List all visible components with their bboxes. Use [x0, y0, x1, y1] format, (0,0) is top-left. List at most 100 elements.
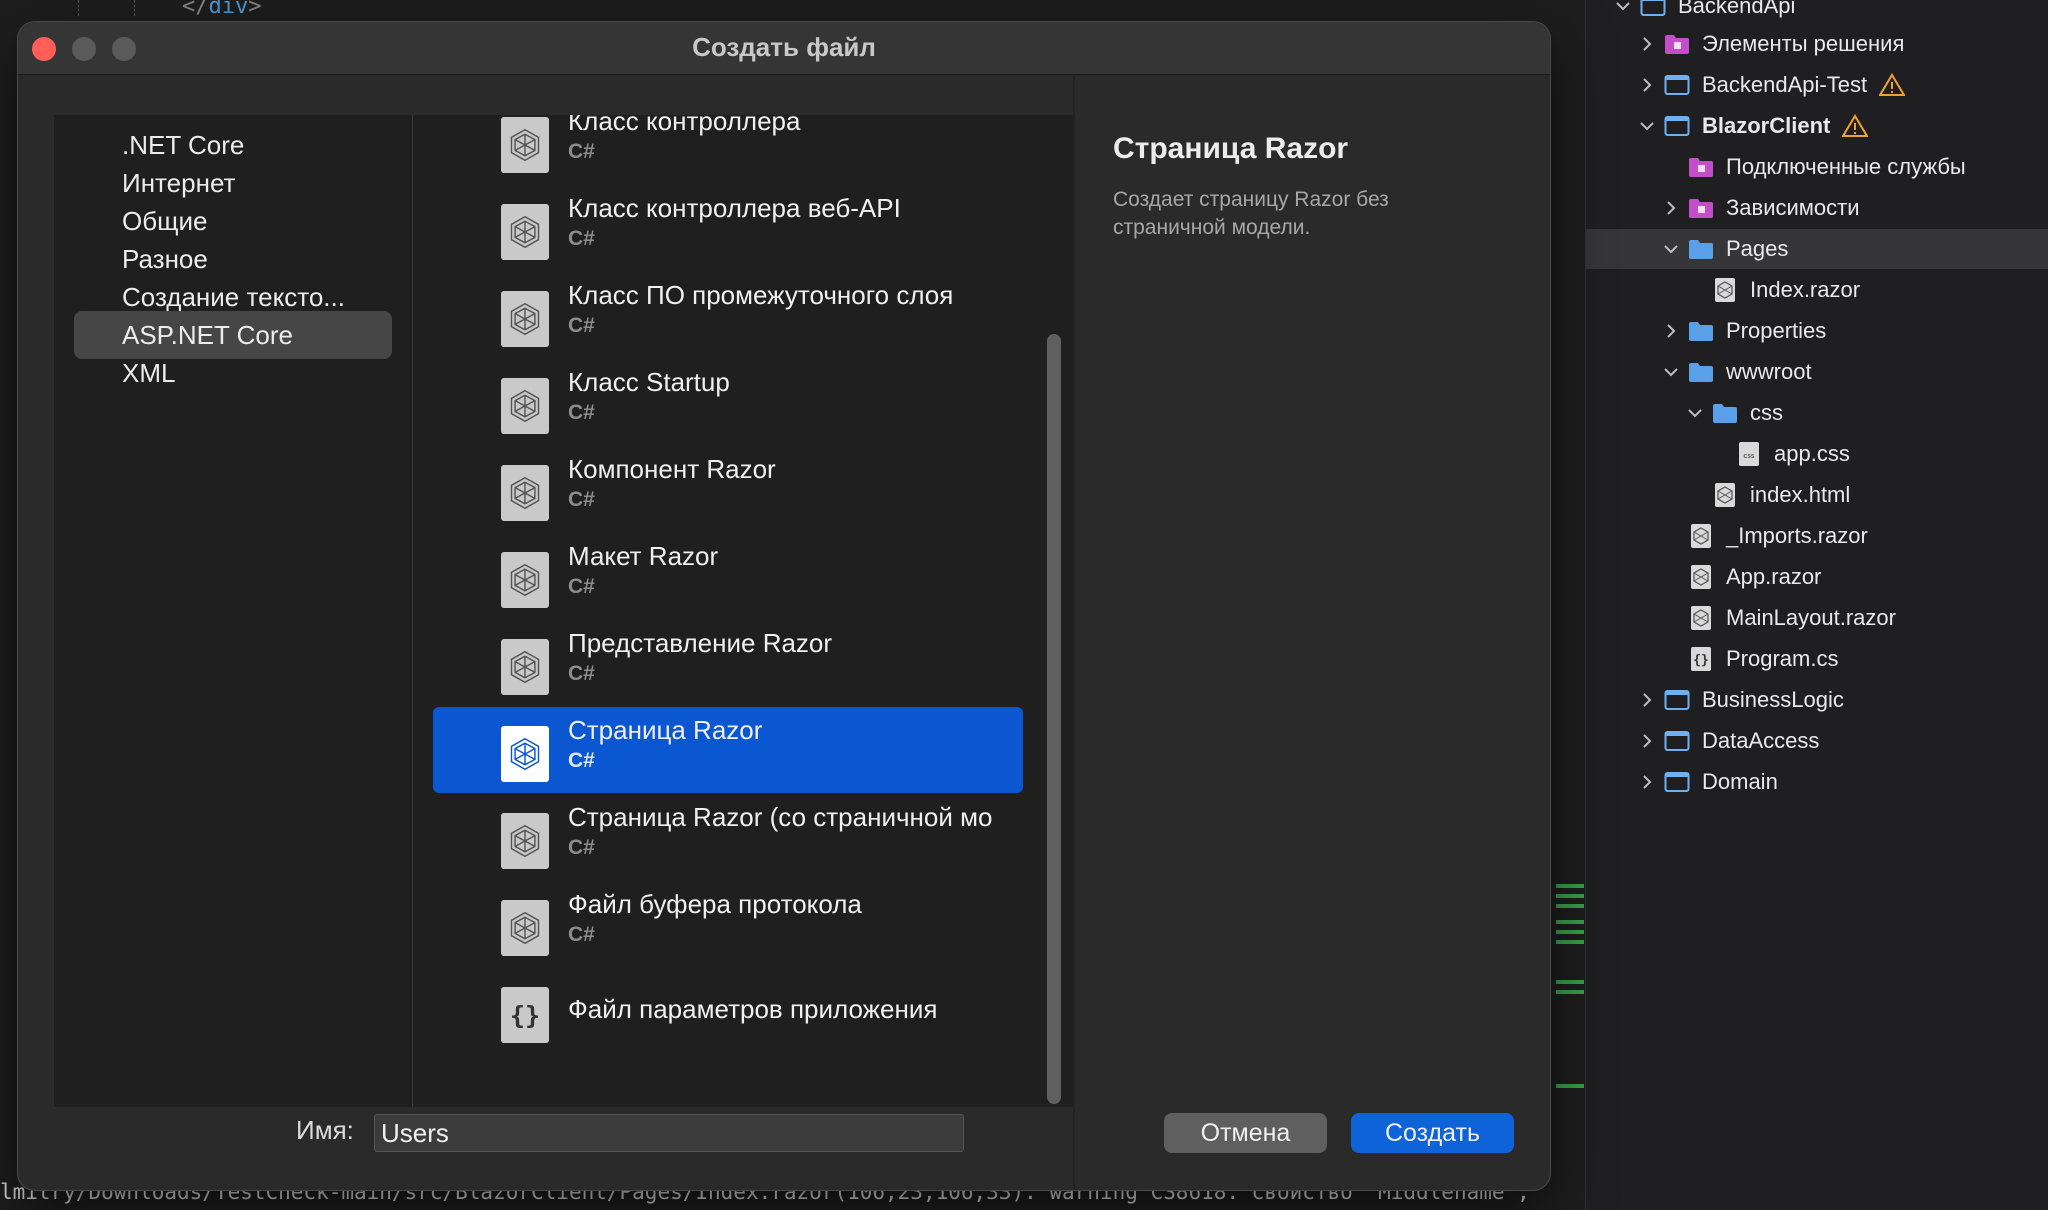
tree-item[interactable]: Элементы решения [1586, 24, 2048, 64]
razor-template-icon [501, 378, 549, 434]
tree-item-label: app.css [1774, 441, 1850, 466]
change-marker [1556, 940, 1584, 944]
file-name-input[interactable] [374, 1114, 964, 1152]
template-language: C# [568, 923, 595, 946]
chevron-down-icon[interactable] [1660, 361, 1682, 383]
cancel-button[interactable]: Отмена [1164, 1113, 1327, 1153]
template-language: C# [568, 749, 595, 772]
chevron-down-icon[interactable] [1660, 238, 1682, 260]
razor-file-icon [1712, 278, 1738, 302]
solution-items-icon [1664, 32, 1690, 56]
template-item[interactable]: Класс ПО промежуточного слоя C# [433, 272, 1023, 358]
tree-item[interactable]: BusinessLogic [1586, 680, 2048, 720]
tree-item[interactable]: _Imports.razor [1586, 516, 2048, 556]
template-item[interactable]: Класс контроллера C# [433, 115, 1023, 184]
razor-template-icon [501, 726, 549, 782]
tree-item-label: MainLayout.razor [1726, 605, 1896, 630]
chevron-right-icon[interactable] [1636, 730, 1658, 752]
tree-item[interactable]: Pages [1586, 229, 2048, 269]
tree-item[interactable]: Properties [1586, 311, 2048, 351]
change-marker [1556, 930, 1584, 934]
file-name-label: Имя: [296, 1115, 354, 1145]
template-item[interactable]: Класс контроллера веб-API C# [433, 185, 1023, 271]
project-icon [1640, 0, 1666, 18]
razor-template-icon [501, 117, 549, 173]
template-item[interactable]: Файл буфера протокола C# [433, 881, 1023, 967]
chevron-right-icon[interactable] [1636, 689, 1658, 711]
code-line: </div> [182, 0, 262, 19]
category-item[interactable]: XML [74, 349, 392, 397]
css-file-icon: css [1736, 442, 1762, 466]
chevron-right-icon[interactable] [1636, 74, 1658, 96]
razor-template-icon [501, 552, 549, 608]
create-button[interactable]: Создать [1351, 1113, 1514, 1153]
cs-file-icon: {} [1688, 647, 1714, 671]
chevron-right-icon[interactable] [1660, 320, 1682, 342]
tree-item-label: Элементы решения [1702, 31, 1905, 56]
tree-item[interactable]: BlazorClient [1586, 106, 2048, 146]
razor-template-icon [501, 900, 549, 956]
chevron-down-icon[interactable] [1612, 0, 1634, 17]
tree-item[interactable]: css app.css [1586, 434, 2048, 474]
category-list: .NET Core Интернет Общие Разное Создание тек… [54, 115, 413, 1107]
razor-template-icon [501, 639, 549, 695]
tree-item[interactable]: index.html [1586, 475, 2048, 515]
change-marker [1556, 990, 1584, 994]
template-language: C# [568, 488, 595, 511]
template-item[interactable]: Представление Razor C# [433, 620, 1023, 706]
razor-template-icon [501, 291, 549, 347]
template-item[interactable]: {} Файл параметров приложения [433, 968, 1023, 1054]
tree-item[interactable]: BackendApi [1586, 0, 2048, 26]
template-name: Класс Startup [568, 367, 730, 397]
chevron-right-icon[interactable] [1636, 33, 1658, 55]
dialog-titlebar: Создать файл [18, 22, 1550, 75]
tree-item[interactable]: Зависимости [1586, 188, 2048, 228]
template-list: Класс контроллера C# Класс контроллера веб… [413, 115, 1073, 1107]
solution-explorer[interactable]: BackendApi Элементы решения BackendApi-Tes… [1585, 0, 2048, 1210]
tree-item[interactable]: wwwroot [1586, 352, 2048, 392]
template-item[interactable]: Макет Razor C# [433, 533, 1023, 619]
tree-item[interactable]: {} Program.cs [1586, 639, 2048, 679]
chevron-right-icon[interactable] [1660, 197, 1682, 219]
project-icon [1664, 114, 1690, 138]
tree-item-label: _Imports.razor [1726, 523, 1868, 548]
tree-item-label: App.razor [1726, 564, 1822, 589]
tree-item[interactable]: App.razor [1586, 557, 2048, 597]
folder-icon [1712, 401, 1738, 425]
tree-item[interactable]: Подключенные службы [1586, 147, 2048, 187]
template-language: C# [568, 575, 595, 598]
razor-file-icon [1688, 606, 1714, 630]
tree-item[interactable]: Index.razor [1586, 270, 2048, 310]
folder-icon [1688, 319, 1714, 343]
project-icon [1664, 688, 1690, 712]
template-item[interactable]: Класс Startup C# [433, 359, 1023, 445]
tree-item-label: index.html [1750, 482, 1851, 507]
tree-item-label: BackendApi [1678, 0, 1796, 18]
change-marker [1556, 980, 1584, 984]
tree-item[interactable]: MainLayout.razor [1586, 598, 2048, 638]
chevron-down-icon[interactable] [1636, 115, 1658, 137]
razor-file-icon [1688, 565, 1714, 589]
svg-text:{}: {} [1693, 653, 1709, 668]
new-file-dialog: Создать файл .NET Core Интернет Общие Разно… [17, 21, 1551, 1191]
template-language: C# [568, 662, 595, 685]
template-item[interactable]: Страница Razor C# [433, 707, 1023, 793]
razor-file-icon [1688, 524, 1714, 548]
indent-guide [78, 0, 80, 16]
template-item[interactable]: Компонент Razor C# [433, 446, 1023, 532]
chevron-down-icon[interactable] [1684, 402, 1706, 424]
tree-item[interactable]: css [1586, 393, 2048, 433]
razor-template-icon [501, 465, 549, 521]
template-name: Класс контроллера [568, 115, 801, 136]
tree-item[interactable]: Domain [1586, 762, 2048, 802]
dialog-title: Создать файл [692, 32, 876, 62]
tree-item[interactable]: DataAccess [1586, 721, 2048, 761]
template-item[interactable]: Страница Razor (со страничной мо C# [433, 794, 1023, 880]
template-language: C# [568, 227, 595, 250]
tree-item[interactable]: BackendApi-Test [1586, 65, 2048, 105]
tree-item-label: Program.cs [1726, 646, 1839, 671]
folder-icon [1688, 360, 1714, 384]
chevron-right-icon[interactable] [1636, 771, 1658, 793]
change-marker [1556, 920, 1584, 924]
template-list-scrollbar[interactable] [1047, 334, 1061, 1104]
